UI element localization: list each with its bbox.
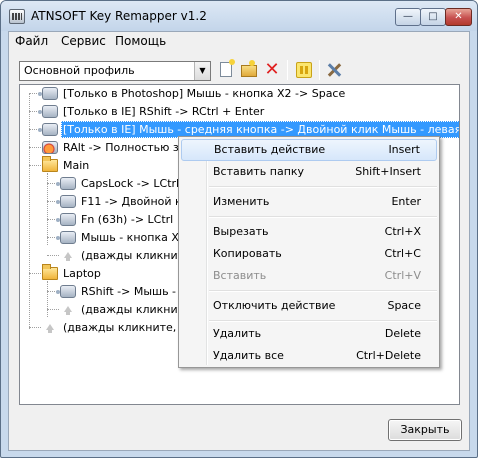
new-folder-button[interactable] xyxy=(238,59,260,81)
add-arrow-icon xyxy=(60,249,76,262)
delete-icon: ✕ xyxy=(264,59,280,80)
tree-line xyxy=(47,281,48,317)
menu-item-label: Удалить все xyxy=(213,349,284,362)
tree-line xyxy=(29,327,41,328)
tree-item-label: [Только в IE] RShift -> RCtrl + Enter xyxy=(63,105,265,118)
delete-button[interactable]: ✕ xyxy=(261,59,283,81)
menu-disable-action[interactable]: Отключить действие Space xyxy=(181,295,437,317)
pause-icon xyxy=(296,62,312,78)
menu-item-shortcut: Shift+Insert xyxy=(355,165,421,178)
tree-line xyxy=(47,255,59,256)
tree-item-label: Мышь - кнопка X2 xyxy=(81,231,186,244)
key-icon xyxy=(38,105,58,118)
menu-bar: Файл Сервис Помощь xyxy=(9,32,469,50)
menu-help[interactable]: Помощь xyxy=(115,34,166,48)
menu-edit[interactable]: Изменить Enter xyxy=(181,191,437,213)
menu-item-shortcut: Ctrl+X xyxy=(384,225,421,238)
menu-delete-all[interactable]: Удалить все Ctrl+Delete xyxy=(181,345,437,367)
menu-separator xyxy=(209,290,437,292)
key-icon xyxy=(56,177,76,190)
menu-service[interactable]: Сервис xyxy=(61,34,106,48)
keyboard-app-icon xyxy=(9,9,25,24)
new-action-button[interactable] xyxy=(215,59,237,81)
menu-item-label: Вырезать xyxy=(213,225,269,238)
new-document-icon xyxy=(220,59,235,77)
tree-line xyxy=(29,147,41,148)
menu-separator xyxy=(209,320,437,322)
tree-folder-label: Main xyxy=(63,159,90,172)
maximize-button[interactable]: □ xyxy=(420,8,446,26)
menu-item-shortcut: Space xyxy=(387,299,421,312)
menu-item-label: Изменить xyxy=(213,195,270,208)
tree-line xyxy=(29,165,41,166)
tree-item-label: RAlt -> Полностью заб xyxy=(63,141,193,154)
minimize-button[interactable]: — xyxy=(395,8,421,26)
folder-icon xyxy=(42,156,58,172)
tools-icon xyxy=(326,62,342,78)
menu-item-shortcut: Enter xyxy=(391,195,421,208)
menu-file[interactable]: Файл xyxy=(15,34,48,48)
title-bar[interactable]: ATNSOFT Key Remapper v1.2 — □ ✕ xyxy=(1,1,477,31)
menu-separator xyxy=(209,216,437,218)
menu-item-label: Удалить xyxy=(213,327,262,340)
tree-item-label: (дважды кликните xyxy=(81,249,191,262)
key-icon xyxy=(38,123,58,136)
pause-button[interactable] xyxy=(293,59,315,81)
tree-line xyxy=(29,273,41,274)
menu-insert-action[interactable]: Вставить действие Insert xyxy=(181,139,437,161)
menu-item-label: Вставить папку xyxy=(213,165,305,178)
toolbar-separator xyxy=(287,60,288,80)
window-title: ATNSOFT Key Remapper v1.2 xyxy=(31,9,207,23)
add-arrow-icon xyxy=(42,321,58,334)
tree-item-label: (дважды кликните, чт xyxy=(63,321,193,334)
menu-item-label: Вставить действие xyxy=(214,143,326,156)
menu-item-shortcut: Delete xyxy=(384,327,421,340)
profile-dropdown[interactable]: Основной профиль ▼ xyxy=(19,61,211,81)
disabled-key-icon xyxy=(42,141,58,154)
key-icon xyxy=(56,195,76,208)
tree-item-label: CapsLock -> LCtrl + xyxy=(81,177,192,190)
menu-item-label: Отключить действие xyxy=(213,299,336,312)
menu-paste[interactable]: Вставить Ctrl+V xyxy=(181,265,437,287)
new-folder-icon xyxy=(241,60,257,77)
menu-item-shortcut: Ctrl+C xyxy=(384,247,421,260)
menu-insert-folder[interactable]: Вставить папку Shift+Insert xyxy=(181,161,437,183)
key-icon xyxy=(56,285,76,298)
menu-item-label: Вставить xyxy=(213,269,267,282)
close-button[interactable]: Закрыть xyxy=(388,419,462,441)
menu-item-shortcut: Insert xyxy=(388,143,420,156)
tree-folder-label: Laptop xyxy=(63,267,101,280)
key-icon xyxy=(38,87,58,100)
profile-dropdown-value: Основной профиль xyxy=(24,64,135,77)
menu-item-shortcut: Ctrl+Delete xyxy=(356,349,421,362)
key-icon xyxy=(56,213,76,226)
add-arrow-icon xyxy=(60,303,76,316)
menu-copy[interactable]: Копировать Ctrl+C xyxy=(181,243,437,265)
key-icon xyxy=(56,231,76,244)
menu-separator xyxy=(209,186,437,188)
settings-button[interactable] xyxy=(323,59,345,81)
toolbar-separator xyxy=(319,60,320,80)
tree-item-label: (дважды кликните xyxy=(81,303,191,316)
tree-line xyxy=(47,309,59,310)
folder-icon xyxy=(42,264,58,280)
menu-item-label: Копировать xyxy=(213,247,282,260)
context-menu: Вставить действие Insert Вставить папку … xyxy=(178,136,440,368)
menu-delete[interactable]: Удалить Delete xyxy=(181,323,437,345)
close-window-button[interactable]: ✕ xyxy=(445,8,472,26)
tree-item-label: Fn (63h) -> LCtrl xyxy=(81,213,174,226)
tree-item-label: [Только в Photoshop] Мышь - кнопка X2 ->… xyxy=(63,87,346,100)
menu-item-shortcut: Ctrl+V xyxy=(384,269,421,282)
app-window: ATNSOFT Key Remapper v1.2 — □ ✕ Файл Сер… xyxy=(0,0,478,458)
menu-cut[interactable]: Вырезать Ctrl+X xyxy=(181,221,437,243)
chevron-down-icon[interactable]: ▼ xyxy=(194,62,210,80)
